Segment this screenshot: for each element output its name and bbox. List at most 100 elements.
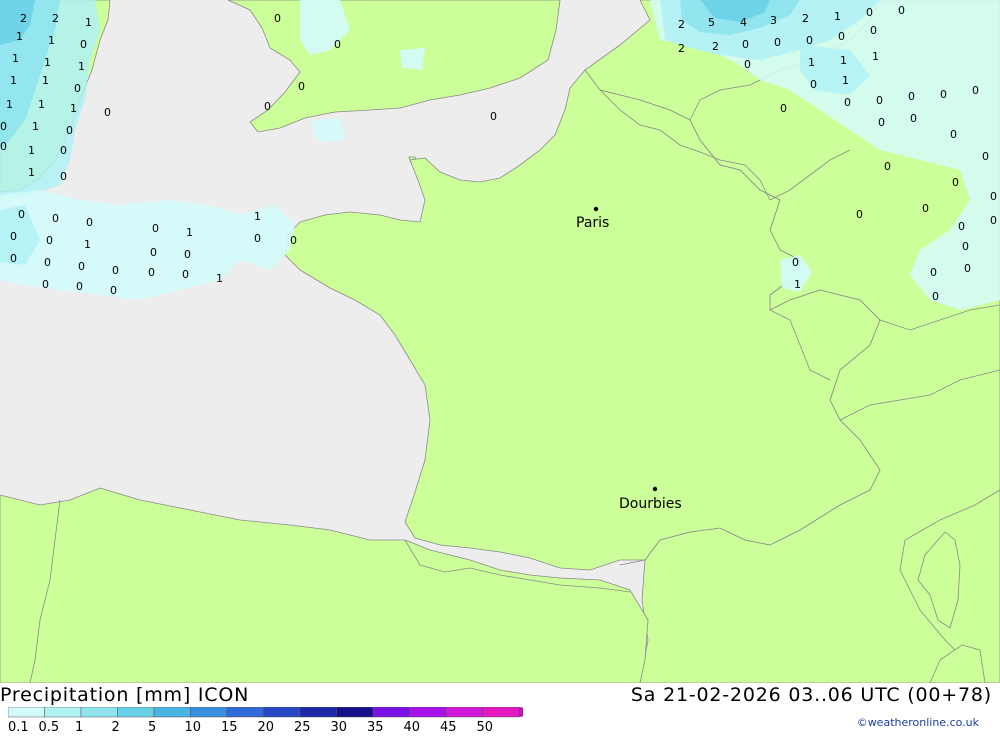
legend-box [80,706,118,718]
precip-value: 0 [898,4,905,17]
precip-value: 0 [264,100,271,113]
precip-value: 0 [10,230,17,243]
precip-value: 0 [972,84,979,97]
precip-value: 1 [42,74,49,87]
legend-box [299,706,337,718]
precip-value: 0 [950,128,957,141]
legend-label: 30 [331,720,348,733]
precip-value: 1 [44,56,51,69]
precip-value: 1 [216,272,223,285]
precip-value: 0 [52,212,59,225]
credit-text[interactable]: ©weatheronline.co.uk [857,716,979,729]
precip-value: 0 [856,208,863,221]
precip-value: 0 [878,116,885,129]
map-title-right: Sa 21-02-2026 03..06 UTC (00+78) [630,684,992,706]
precip-value: 3 [770,14,777,27]
precip-value: 0 [274,12,281,25]
color-legend: 0.1 0.5 1 2 5 10 15 20 25 30 35 40 45 50 [7,706,557,735]
legend-box [409,706,447,718]
precip-value: 0 [884,160,891,173]
precip-value: 1 [70,102,77,115]
precip-value: 1 [808,56,815,69]
precip-value: 0 [922,202,929,215]
precip-value: 0 [932,290,939,303]
precip-value: 0 [60,144,67,157]
precip-value: 1 [12,52,19,65]
precip-value: 0 [334,38,341,51]
legend-box [226,706,264,718]
precip-value: 5 [708,16,715,29]
precip-value: 1 [842,74,849,87]
precip-value: 0 [18,208,25,221]
precipitation-map[interactable]: 2 2 1 1 1 0 1 1 1 1 1 0 1 1 1 0 1 0 0 0 1 0 1 0 0 0 0 0 1 1 0 0 1 0 0 0 0 0 0 0… [0,0,1000,684]
precip-value: 2 [678,18,685,31]
precip-value: 0 [990,214,997,227]
precip-value: 0 [810,78,817,91]
map-title-left: Precipitation [mm] ICON [0,684,250,706]
precip-value: 0 [876,94,883,107]
legend-label: 15 [221,720,238,733]
precip-value: 0 [908,90,915,103]
precip-value: 1 [85,16,92,29]
legend-label: 0.1 [8,720,29,733]
legend-box [117,706,155,718]
legend-box [372,706,410,718]
precip-value: 0 [774,36,781,49]
precip-value: 1 [254,210,261,223]
city-label-paris: Paris [576,215,609,231]
legend-label: 1 [75,720,83,733]
precip-value: 0 [952,176,959,189]
precip-value: 0 [66,124,73,137]
precip-value: 0 [962,240,969,253]
precip-value: 2 [678,42,685,55]
precip-value: 0 [78,260,85,273]
precip-value: 0 [838,30,845,43]
legend-box [445,706,483,718]
precip-value: 1 [48,34,55,47]
precip-value: 0 [792,256,799,269]
precip-value: 0 [806,34,813,47]
footer-bar: Precipitation [mm] ICON Sa 21-02-2026 03… [0,683,1000,735]
precip-value: 1 [834,10,841,23]
legend-label: 50 [477,720,494,733]
precip-value: 2 [712,40,719,53]
precip-value: 0 [866,6,873,19]
precip-value: 0 [490,110,497,123]
city-label-dourbies: Dourbies [619,496,682,512]
precip-value: 0 [930,266,937,279]
legend-box [153,706,191,718]
legend-label: 0.5 [39,720,60,733]
legend-label: 20 [258,720,275,733]
legend-labels: 0.1 0.5 1 2 5 10 15 20 25 30 35 40 45 50 [8,720,494,735]
precip-value: 0 [780,102,787,115]
legend-label: 5 [148,720,156,733]
precip-value: 1 [28,144,35,157]
precip-value: 0 [844,96,851,109]
precip-value: 0 [112,264,119,277]
precip-value: 0 [182,268,189,281]
precip-value: 0 [44,256,51,269]
precip-value: 1 [872,50,879,63]
precip-value: 0 [958,220,965,233]
precip-value: 1 [186,226,193,239]
precip-value: 0 [0,120,7,133]
precip-value: 0 [74,82,81,95]
precip-value: 0 [0,140,7,153]
precip-value: 4 [740,16,747,29]
precip-value: 2 [52,12,59,25]
legend-box [263,706,301,718]
precip-value: 0 [298,80,305,93]
precip-value: 0 [46,234,53,247]
precip-value: 0 [104,106,111,119]
precip-value: 0 [76,280,83,293]
precip-value: 2 [20,12,27,25]
precip-value: 1 [6,98,13,111]
legend-label: 40 [404,720,421,733]
precip-value: 0 [60,170,67,183]
precip-value: 0 [10,252,17,265]
precip-value: 0 [744,58,751,71]
legend-arrow [519,707,557,717]
precip-value: 1 [840,54,847,67]
precip-value: 0 [42,278,49,291]
precip-value: 1 [16,30,23,43]
